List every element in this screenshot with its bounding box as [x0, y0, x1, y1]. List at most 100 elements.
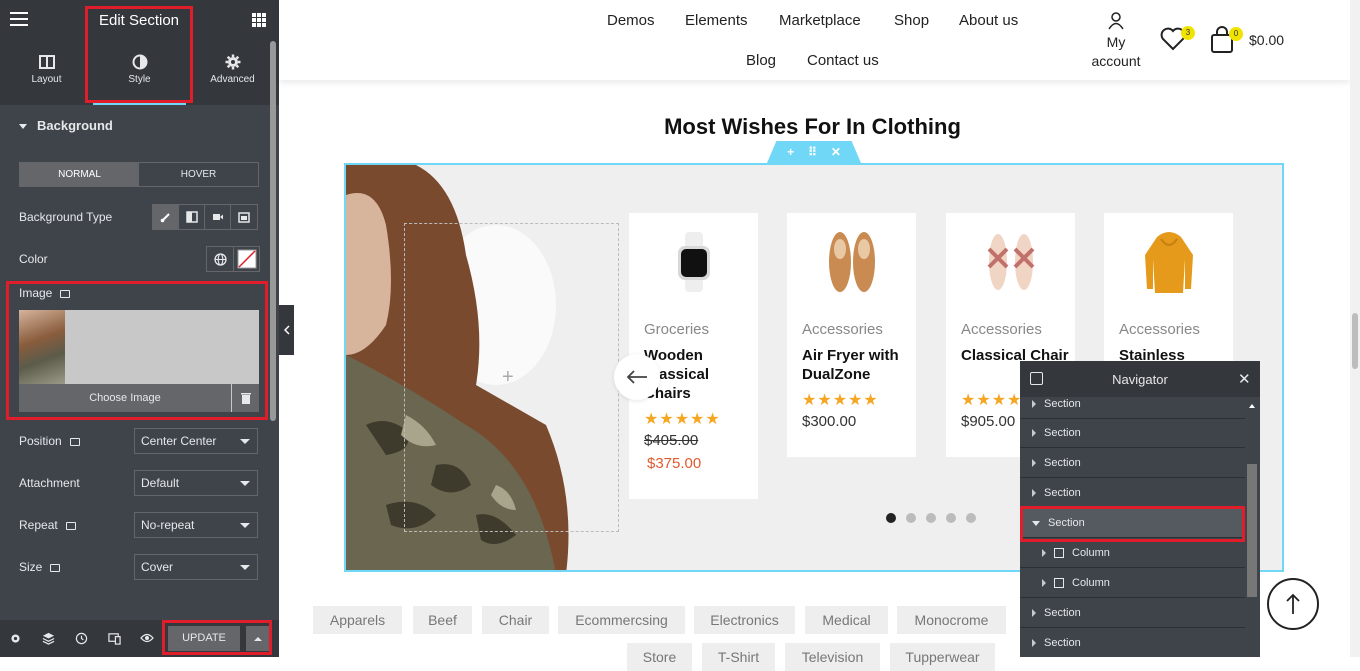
widgets-grid-icon[interactable]: [252, 13, 266, 27]
background-section-toggle[interactable]: Background: [19, 118, 113, 133]
nav-contact[interactable]: Contact us: [807, 52, 879, 69]
carousel-dot[interactable]: [966, 513, 976, 523]
repeat-select[interactable]: No-repeat: [134, 512, 258, 538]
tab-advanced[interactable]: Advanced: [186, 41, 279, 105]
desktop-icon[interactable]: [60, 289, 71, 298]
position-select[interactable]: Center Center: [134, 428, 258, 454]
product-card[interactable]: Accessories Air Fryer with DualZone ★★★★…: [787, 213, 916, 457]
wishlist-link[interactable]: 3: [1160, 26, 1195, 56]
hamburger-menu-icon[interactable]: [10, 12, 28, 28]
cart-link[interactable]: 0: [1210, 26, 1243, 59]
tag-link[interactable]: Chair: [482, 606, 549, 634]
tag-link[interactable]: Electronics: [694, 606, 795, 634]
size-select[interactable]: Cover: [134, 554, 258, 580]
collapse-panel-button[interactable]: [279, 305, 294, 355]
caret-right-icon[interactable]: [1032, 639, 1036, 648]
color-picker-swatch[interactable]: [233, 247, 259, 271]
tag-link[interactable]: Store: [627, 643, 692, 671]
account-link[interactable]: My account: [1086, 12, 1146, 71]
video-icon[interactable]: [205, 205, 231, 229]
drag-handle-icon[interactable]: ⠿: [808, 145, 817, 159]
nav-demos[interactable]: Demos: [607, 12, 655, 29]
carousel-dot[interactable]: [926, 513, 936, 523]
caret-right-icon[interactable]: [1042, 579, 1046, 588]
attachment-select[interactable]: Default: [134, 470, 258, 496]
tab-normal[interactable]: NORMAL: [20, 163, 139, 186]
add-icon[interactable]: +: [787, 145, 794, 159]
choose-image-button[interactable]: Choose Image: [19, 384, 231, 412]
update-options-button[interactable]: [246, 626, 270, 651]
tab-layout[interactable]: Layout: [0, 41, 93, 105]
navigator-item-column[interactable]: Column: [1020, 538, 1245, 568]
section-handle[interactable]: + ⠿ ✕: [767, 141, 861, 163]
nav-marketplace[interactable]: Marketplace: [779, 12, 861, 29]
trash-icon[interactable]: [232, 384, 259, 412]
scroll-up-icon[interactable]: [1249, 404, 1255, 408]
navigator-item-section[interactable]: Section: [1020, 628, 1245, 657]
tag-link[interactable]: Monocrome: [897, 606, 1006, 634]
nav-shop[interactable]: Shop: [894, 12, 929, 29]
settings-icon[interactable]: [7, 630, 23, 646]
tag-link[interactable]: Medical: [805, 606, 888, 634]
nav-about[interactable]: About us: [959, 12, 1018, 29]
caret-down-icon[interactable]: [1032, 520, 1040, 526]
navigator-item-section[interactable]: Section: [1020, 389, 1245, 419]
page-scrollbar-thumb[interactable]: [1352, 313, 1358, 369]
product-name[interactable]: Air Fryer with DualZone: [802, 346, 917, 384]
carousel-dot[interactable]: [906, 513, 916, 523]
caret-right-icon[interactable]: [1032, 429, 1036, 438]
navigator-scrollbar-thumb[interactable]: [1247, 464, 1257, 597]
product-name[interactable]: Wooden Classical Chairs: [644, 346, 759, 403]
editor-panel: Edit Section Layout Style Advanced Backg…: [0, 0, 279, 657]
caret-right-icon[interactable]: [1042, 549, 1046, 558]
carousel-prev-button[interactable]: [614, 354, 660, 400]
brush-icon[interactable]: [153, 205, 179, 229]
slideshow-icon[interactable]: [231, 205, 257, 229]
eye-icon[interactable]: [139, 630, 155, 646]
navigator-item-section[interactable]: Section: [1020, 478, 1245, 508]
tag-link[interactable]: Tupperwear: [890, 643, 995, 671]
nav-elements[interactable]: Elements: [685, 12, 748, 29]
tag-link[interactable]: Television: [785, 643, 880, 671]
navigator-item-section[interactable]: Section: [1020, 448, 1245, 478]
carousel-dot[interactable]: [886, 513, 896, 523]
page-scrollbar[interactable]: [1350, 0, 1360, 657]
navigator-item-column[interactable]: Column: [1020, 568, 1245, 598]
update-button[interactable]: UPDATE: [168, 626, 240, 651]
repeat-label-row: Repeat: [19, 518, 76, 532]
close-icon[interactable]: ✕: [831, 145, 841, 159]
navigator-item-section[interactable]: Section: [1020, 598, 1245, 628]
nav-blog[interactable]: Blog: [746, 52, 776, 69]
tag-link[interactable]: Ecommercsing: [558, 606, 685, 634]
layers-icon[interactable]: [40, 630, 56, 646]
navigator-scrollbar[interactable]: [1246, 397, 1258, 657]
desktop-icon[interactable]: [50, 563, 61, 572]
caret-right-icon[interactable]: [1032, 609, 1036, 618]
caret-right-icon[interactable]: [1032, 400, 1036, 409]
cart-total: $0.00: [1249, 32, 1285, 48]
panel-scrollbar[interactable]: [270, 41, 276, 421]
gradient-icon[interactable]: [179, 205, 205, 229]
globe-icon[interactable]: [207, 247, 233, 271]
caret-right-icon[interactable]: [1032, 489, 1036, 498]
tag-link[interactable]: T-Shirt: [702, 643, 775, 671]
navigator-item-section-selected[interactable]: Section: [1020, 508, 1245, 538]
caret-right-icon[interactable]: [1032, 459, 1036, 468]
carousel-dot[interactable]: [946, 513, 956, 523]
close-icon[interactable]: ✕: [1238, 370, 1251, 388]
tab-hover[interactable]: HOVER: [139, 163, 258, 186]
background-section-title: Background: [37, 118, 113, 133]
desktop-icon[interactable]: [65, 521, 76, 530]
tag-link[interactable]: Beef: [413, 606, 472, 634]
tab-style[interactable]: Style: [93, 41, 186, 105]
add-element-icon[interactable]: +: [502, 366, 514, 389]
tag-link[interactable]: Apparels: [313, 606, 402, 634]
responsive-icon[interactable]: [106, 630, 122, 646]
desktop-icon[interactable]: [69, 437, 80, 446]
history-icon[interactable]: [73, 630, 89, 646]
product-card[interactable]: Accessories Stainless: [1104, 213, 1233, 364]
image-picker[interactable]: Choose Image: [19, 310, 259, 412]
scroll-to-top-button[interactable]: [1267, 578, 1319, 630]
cart-count-badge: 0: [1229, 27, 1243, 41]
navigator-item-section[interactable]: Section: [1020, 418, 1245, 448]
